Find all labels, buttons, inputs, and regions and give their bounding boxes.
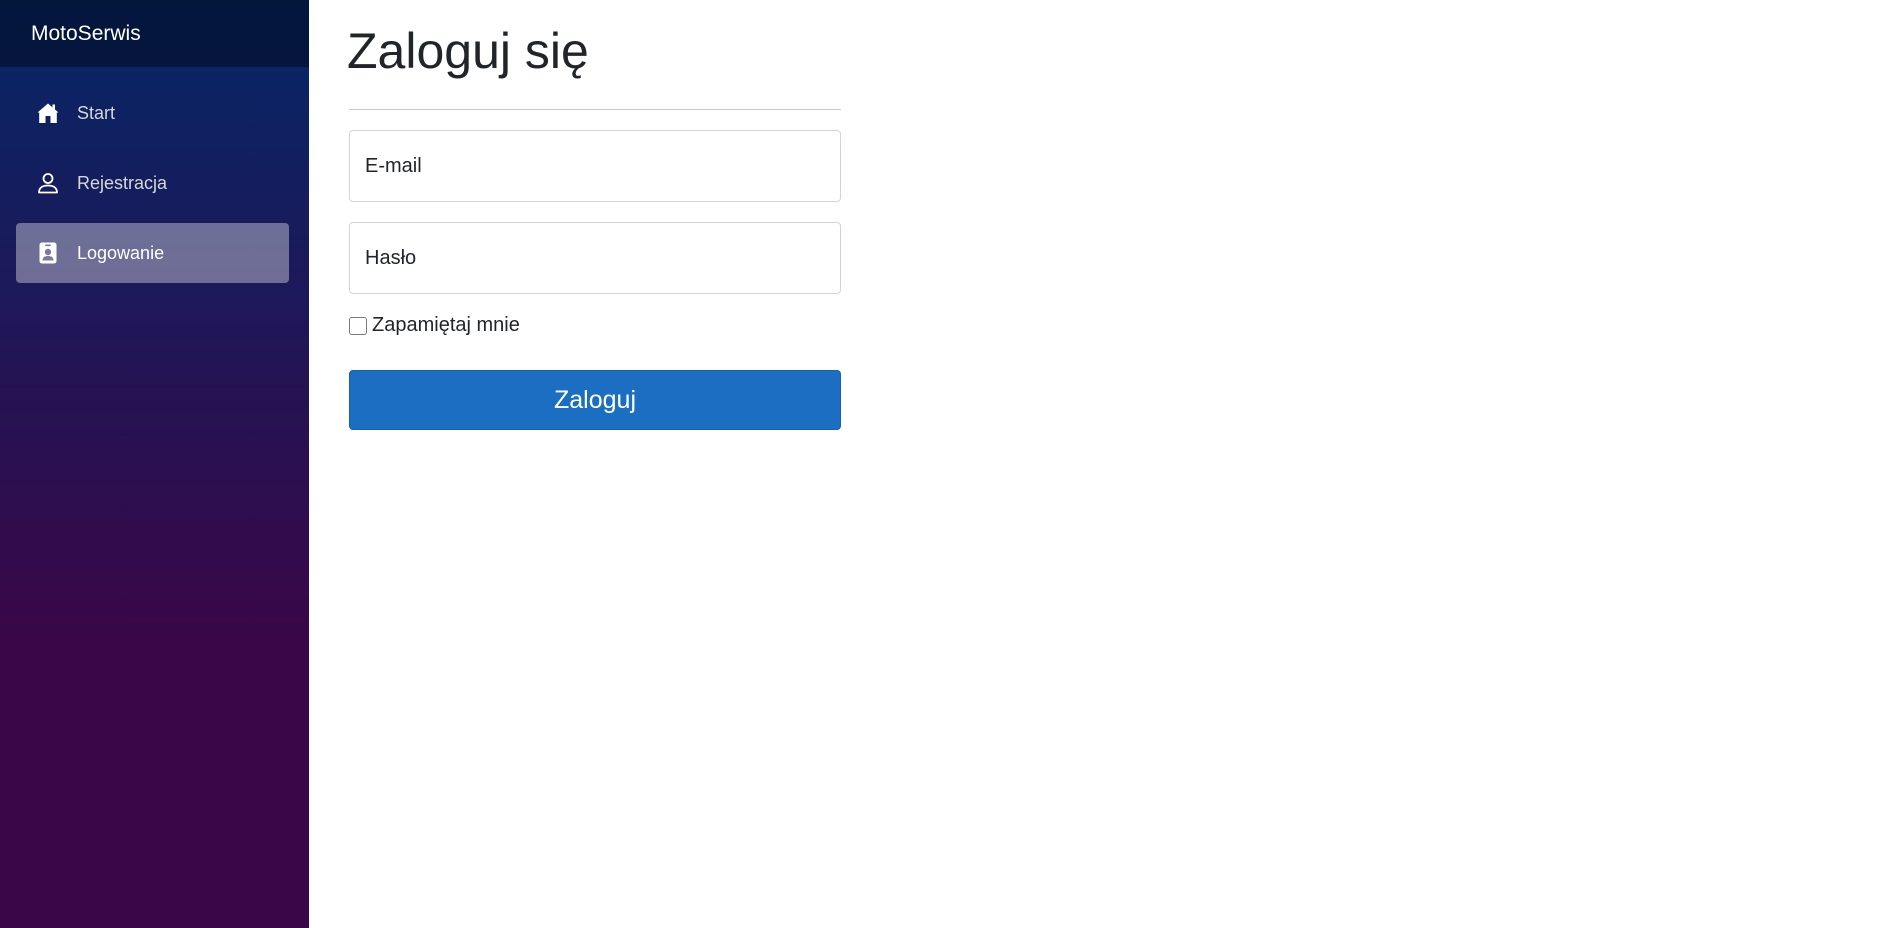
sidebar: MotoSerwis Start Rejestracja Logowanie xyxy=(0,0,309,928)
person-icon xyxy=(36,171,60,195)
page-title: Zaloguj się xyxy=(347,23,589,79)
sidebar-item-label: Logowanie xyxy=(77,242,165,263)
main-content: Zaloguj się E-mail Hasło Zapamiętaj mnie… xyxy=(309,0,1895,928)
remember-me-checkbox[interactable] xyxy=(349,316,367,335)
password-field[interactable]: Hasło xyxy=(349,222,841,294)
login-form: E-mail Hasło Zapamiętaj mnie Zaloguj xyxy=(349,130,841,430)
email-placeholder: E-mail xyxy=(365,154,422,177)
sidebar-item-rejestracja[interactable]: Rejestracja xyxy=(16,153,289,213)
brand-bar: MotoSerwis xyxy=(0,0,309,67)
title-divider xyxy=(349,109,841,110)
app-root: MotoSerwis Start Rejestracja Logowanie Z… xyxy=(0,0,1895,928)
sidebar-item-start[interactable]: Start xyxy=(16,83,289,143)
sidebar-item-logowanie[interactable]: Logowanie xyxy=(16,223,289,283)
sidebar-nav: Start Rejestracja Logowanie xyxy=(0,83,309,283)
sidebar-item-label: Start xyxy=(77,102,116,123)
remember-me-label[interactable]: Zapamiętaj mnie xyxy=(372,314,520,337)
person-badge-icon xyxy=(36,241,60,265)
password-placeholder: Hasło xyxy=(365,246,417,269)
remember-me: Zapamiętaj mnie xyxy=(349,314,841,337)
email-field[interactable]: E-mail xyxy=(349,130,841,202)
home-icon xyxy=(36,101,60,125)
brand-logo-text[interactable]: MotoSerwis xyxy=(31,22,141,46)
sidebar-item-label: Rejestracja xyxy=(77,172,168,193)
login-button[interactable]: Zaloguj xyxy=(349,370,841,430)
